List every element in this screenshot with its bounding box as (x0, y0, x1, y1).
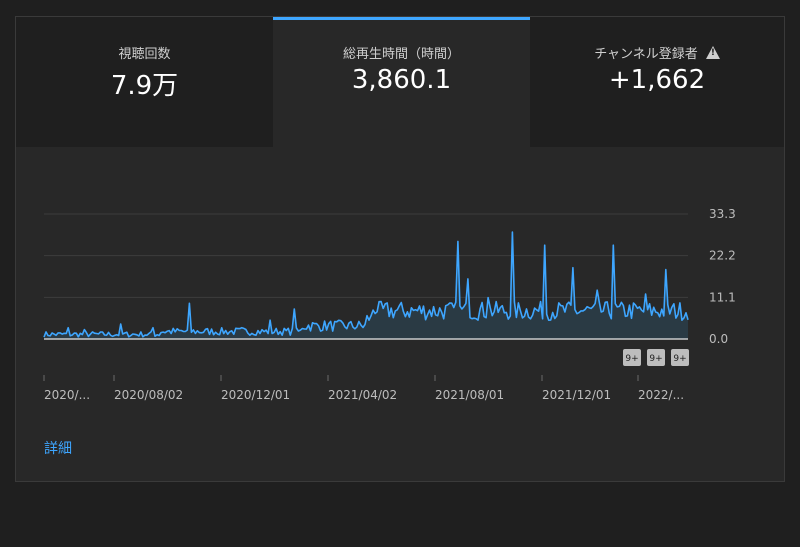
x-tick-label: 2021/04/02 (328, 388, 397, 402)
metric-tabs: 視聴回数 7.9万 総再生時間（時間） 3,860.1 チャンネル登録者 +1,… (16, 17, 784, 147)
svg-text:9+: 9+ (673, 354, 686, 364)
y-tick-label: 11.1 (709, 290, 736, 304)
warning-icon[interactable] (705, 46, 720, 59)
annotation-marker[interactable]: 9+ (671, 349, 689, 366)
tab-views[interactable]: 視聴回数 7.9万 (16, 17, 273, 147)
x-tick-label: 2021/08/01 (435, 388, 504, 402)
x-tick-label: 2021/12/01 (542, 388, 611, 402)
tab-subscribers-value: +1,662 (608, 65, 706, 95)
tab-watch-time-label: 総再生時間（時間） (342, 47, 460, 62)
y-tick-label: 0.0 (709, 332, 728, 346)
tab-subscribers-label: チャンネル登録者 (530, 43, 784, 62)
tab-subscribers[interactable]: チャンネル登録者 +1,662 (530, 17, 784, 147)
active-tab-indicator (273, 17, 530, 20)
tab-watch-time-value: 3,860.1 (351, 65, 452, 95)
x-tick-label: 2020/... (44, 388, 90, 402)
details-link[interactable]: 詳細 (44, 438, 72, 458)
x-tick-label: 2022/... (638, 388, 684, 402)
watch-time-chart: 33.3 22.2 11.1 0.0 9+ 9+ 9+ 2020/... 2020/08/0… (43, 207, 736, 402)
tab-watch-time[interactable]: 総再生時間（時間） 3,860.1 (273, 17, 530, 147)
tab-views-label: 視聴回数 (118, 47, 171, 62)
tab-subscribers-label-text: チャンネル登録者 (594, 47, 698, 62)
annotation-marker[interactable]: 9+ (623, 349, 641, 366)
y-tick-label: 22.2 (709, 249, 736, 263)
svg-text:9+: 9+ (625, 354, 638, 364)
svg-text:9+: 9+ (649, 354, 662, 364)
analytics-card: 視聴回数 7.9万 総再生時間（時間） 3,860.1 チャンネル登録者 +1,… (15, 16, 785, 482)
y-tick-label: 33.3 (709, 207, 736, 221)
tab-views-value: 7.9万 (110, 71, 179, 101)
x-tick-label: 2020/12/01 (221, 388, 290, 402)
annotation-marker[interactable]: 9+ (647, 349, 665, 366)
x-tick-label: 2020/08/02 (114, 388, 183, 402)
